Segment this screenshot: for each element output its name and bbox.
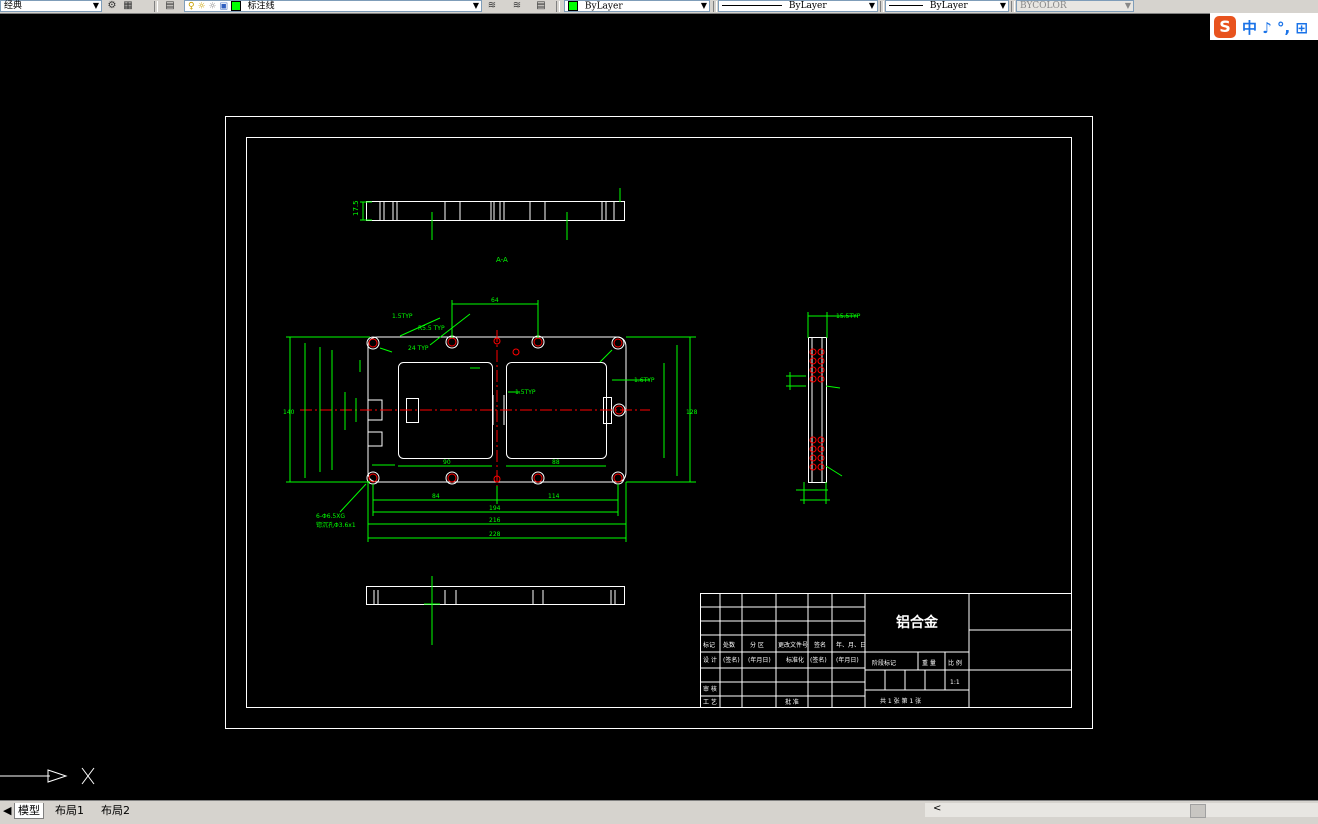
tb-weight: 重 量 bbox=[922, 659, 936, 667]
toolbar-separator bbox=[713, 1, 717, 12]
tb-stage: 阶段标记 bbox=[872, 659, 896, 667]
chevron-down-icon: ▼ bbox=[92, 1, 99, 10]
text-style-value: 经典 bbox=[4, 1, 23, 11]
tb-h6: 年、月、日 bbox=[836, 641, 866, 649]
tb-h2: 处数 bbox=[723, 641, 735, 649]
properties-toolbar: 经典 ▼ ⚙ ▦ ▤ ♀ ☼ ☼ ▣ 标注线 ▼ ≋ ≋ ▤ ByLayer ▼… bbox=[0, 0, 1318, 14]
sheet-border-inner bbox=[246, 137, 1072, 708]
dim-216: 216 bbox=[489, 517, 501, 524]
hole-note: 6-Φ6.5XG bbox=[316, 513, 345, 520]
tb-sheets: 共 1 张 第 1 张 bbox=[880, 697, 921, 705]
sun-icon: ☼ bbox=[197, 1, 206, 12]
dim-194: 194 bbox=[489, 505, 501, 512]
lineweight-value: ByLayer bbox=[929, 1, 968, 11]
chevron-down-icon: ▼ bbox=[1124, 1, 1131, 10]
dim-128: 128 bbox=[686, 409, 698, 416]
bulb-icon: ♀ bbox=[188, 1, 195, 12]
section-label: A-A bbox=[496, 256, 508, 264]
tab-scroll-button[interactable]: ◀ bbox=[0, 803, 14, 818]
dim-88: 88 bbox=[552, 459, 560, 466]
chevron-down-icon: ▼ bbox=[999, 1, 1006, 10]
lineweight-preview bbox=[889, 5, 923, 6]
dim-140: 140 bbox=[283, 409, 295, 416]
dim-typ-15-top: 1.5TYP bbox=[392, 313, 413, 320]
model-space-canvas[interactable]: 17.5 A-A 64 84 90 88 114 194 216 228 140… bbox=[0, 14, 1318, 800]
toolbar-separator bbox=[880, 1, 884, 12]
layer-previous-icon[interactable]: ≋ bbox=[511, 0, 523, 12]
title-block bbox=[700, 593, 1072, 708]
plotstyle-combo[interactable]: BYCOLOR ▼ bbox=[1016, 0, 1134, 12]
scroll-left-icon[interactable]: < bbox=[933, 803, 941, 814]
color-swatch bbox=[568, 1, 578, 11]
text-style-combo[interactable]: 经典 ▼ bbox=[0, 0, 102, 12]
dim-64: 64 bbox=[491, 297, 499, 304]
tb-approve: 批 准 bbox=[785, 698, 799, 706]
color-value: ByLayer bbox=[584, 1, 623, 12]
top-view: 17.5 A-A bbox=[352, 188, 625, 264]
layer-name: 标注线 bbox=[247, 1, 275, 12]
tb-h4: 更改文件号 bbox=[778, 641, 808, 649]
chevron-down-icon: ▼ bbox=[472, 1, 479, 10]
dim-84: 84 bbox=[432, 493, 440, 500]
tab-layout2[interactable]: 布局2 bbox=[98, 803, 133, 818]
dim-typ-24: 24 TYP bbox=[408, 345, 429, 352]
dim-typ-155: 15.5TYP bbox=[836, 313, 861, 320]
freeze-icon: ☼ bbox=[208, 1, 217, 12]
hole-note-2: 锪沉孔Φ3.6x1 bbox=[316, 521, 356, 529]
tb-h5: 签名 bbox=[814, 641, 826, 649]
scroll-thumb[interactable] bbox=[1190, 804, 1206, 818]
tb-r2: (签名) bbox=[723, 656, 740, 664]
layout-tab-bar: ◀ 模型 布局1 布局2 < bbox=[0, 800, 1318, 824]
horizontal-scrollbar[interactable]: < bbox=[925, 803, 1318, 818]
front-view bbox=[366, 576, 625, 645]
ucs-icon bbox=[0, 767, 95, 785]
tb-scale-label: 比 例 bbox=[948, 659, 962, 667]
toolbar-separator bbox=[556, 1, 560, 12]
tb-r1: 设 计 bbox=[703, 656, 717, 664]
linetype-combo[interactable]: ByLayer ▼ bbox=[718, 0, 878, 12]
plotstyle-value: BYCOLOR bbox=[1020, 1, 1067, 11]
chevron-down-icon: ▼ bbox=[700, 1, 707, 10]
layer-manager-icon[interactable]: ▤ bbox=[164, 0, 176, 12]
side-view: 15.5TYP bbox=[786, 312, 861, 504]
dim-90: 90 bbox=[443, 459, 451, 466]
toolbar-separator bbox=[1011, 1, 1015, 12]
tb-h3: 分 区 bbox=[750, 641, 764, 649]
linetype-preview bbox=[722, 5, 782, 6]
layer-state-icon[interactable]: ▦ bbox=[122, 0, 134, 12]
dim-typ-16: 1.6TYP bbox=[634, 377, 655, 384]
tab-model[interactable]: 模型 bbox=[14, 803, 44, 819]
tb-scale: 1:1 bbox=[950, 679, 960, 686]
layer-combo[interactable]: ♀ ☼ ☼ ▣ 标注线 ▼ bbox=[184, 0, 482, 12]
dim-114: 114 bbox=[548, 493, 560, 500]
dim-228: 228 bbox=[489, 531, 501, 538]
tb-review: 审 核 bbox=[703, 685, 717, 693]
lineweight-combo[interactable]: ByLayer ▼ bbox=[885, 0, 1009, 12]
layer-color-swatch bbox=[230, 1, 241, 11]
dim-typ-15: 1.5TYP bbox=[515, 389, 536, 396]
make-current-layer-icon[interactable]: ≋ bbox=[486, 0, 498, 12]
tb-r3: (年月日) bbox=[748, 656, 771, 664]
tb-process: 工 艺 bbox=[703, 698, 717, 706]
tb-r4: 标准化 bbox=[786, 656, 804, 664]
tb-r5: (签名) bbox=[810, 656, 827, 664]
dim-typ-r55: R5.5 TYP bbox=[418, 325, 445, 332]
plan-view: 64 84 90 88 114 194 216 228 140 128 R5.5… bbox=[283, 297, 698, 542]
linetype-value: ByLayer bbox=[788, 1, 827, 11]
gear-icon[interactable]: ⚙ bbox=[106, 0, 118, 12]
tab-layout1[interactable]: 布局1 bbox=[52, 803, 87, 818]
material-name: 铝合金 bbox=[896, 614, 939, 631]
tb-h1: 标记 bbox=[703, 641, 715, 649]
layer-properties-icon[interactable]: ▤ bbox=[535, 0, 547, 12]
chevron-down-icon: ▼ bbox=[868, 1, 875, 10]
color-combo[interactable]: ByLayer ▼ bbox=[564, 0, 710, 12]
toolbar-separator bbox=[154, 1, 158, 12]
dim-top-left: 17.5 bbox=[352, 200, 360, 216]
tb-r6: (年月日) bbox=[836, 656, 859, 664]
lock-icon: ▣ bbox=[219, 1, 228, 12]
